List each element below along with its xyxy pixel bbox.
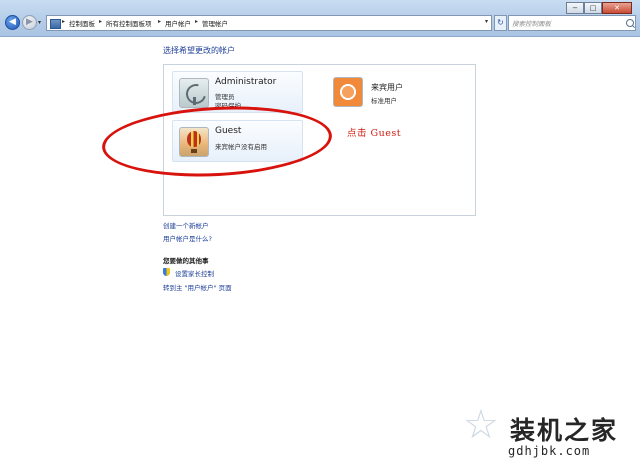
account-role: 标准用户 — [371, 97, 397, 105]
address-bar[interactable]: ▸ 控制面板 ▸ 所有控制面板项 ▸ 用户帐户 ▸ 管理帐户 ▾ — [46, 15, 492, 31]
account-tile-guest-user[interactable]: 来宾用户 标准用户 — [333, 77, 463, 111]
breadcrumb-separator[interactable]: ▸ — [99, 18, 102, 25]
orange-flower-avatar-icon — [333, 77, 363, 107]
address-dropdown[interactable]: ▾ — [485, 18, 488, 25]
search-input[interactable]: 搜索控制面板 — [508, 15, 636, 31]
maximize-button[interactable]: □ — [584, 2, 602, 14]
click-guest-annotation: 点击 Guest — [347, 128, 402, 139]
control-panel-icon — [50, 19, 61, 29]
account-name: Administrator — [215, 77, 277, 87]
what-is-account-link[interactable]: 用户帐户是什么? — [163, 233, 212, 243]
user-accounts-main-link[interactable]: 转到主 "用户帐户" 页面 — [163, 282, 232, 292]
breadcrumb-separator[interactable]: ▸ — [62, 18, 65, 25]
breadcrumb-separator[interactable]: ▸ — [195, 18, 198, 25]
breadcrumb-user-accounts[interactable]: 用户帐户 — [165, 18, 191, 28]
breadcrumb-control-panel[interactable]: 控制面板 — [69, 18, 95, 28]
breadcrumb-manage-accounts[interactable]: 管理帐户 — [202, 18, 228, 28]
watermark-url: gdhjbk.com — [508, 444, 591, 458]
breadcrumb-all-items[interactable]: 所有控制面板项 — [106, 18, 152, 28]
breadcrumb-separator[interactable]: ▸ — [158, 18, 161, 25]
page-title: 选择希望更改的帐户 — [163, 46, 235, 55]
minimize-button[interactable]: − — [566, 2, 584, 14]
watermark-star-icon: ☆ — [463, 402, 499, 448]
window-titlebar: − □ ✕ ◀ ▶ ▾ ▸ 控制面板 ▸ 所有控制面板项 ▸ 用户帐户 ▸ 管理… — [0, 0, 640, 37]
watermark-brand: 装机之家 — [510, 416, 619, 445]
dish-stand — [193, 97, 196, 105]
recent-pages-dropdown[interactable]: ▾ — [38, 19, 41, 26]
parental-controls-link[interactable]: 设置家长控制 — [175, 268, 214, 278]
back-button[interactable]: ◀ — [5, 15, 20, 30]
forward-button[interactable]: ▶ — [22, 15, 37, 30]
close-button[interactable]: ✕ — [602, 2, 632, 14]
shield-icon — [163, 268, 170, 276]
other-tasks-heading: 您要做的其他事 — [163, 257, 209, 265]
create-account-link[interactable]: 创建一个新帐户 — [163, 220, 209, 230]
refresh-button[interactable]: ↻ — [494, 15, 507, 31]
window-controls: − □ ✕ — [566, 2, 632, 15]
search-icon[interactable] — [626, 19, 634, 27]
satellite-dish-avatar-icon — [179, 78, 209, 108]
account-name: 来宾用户 — [371, 83, 403, 92]
